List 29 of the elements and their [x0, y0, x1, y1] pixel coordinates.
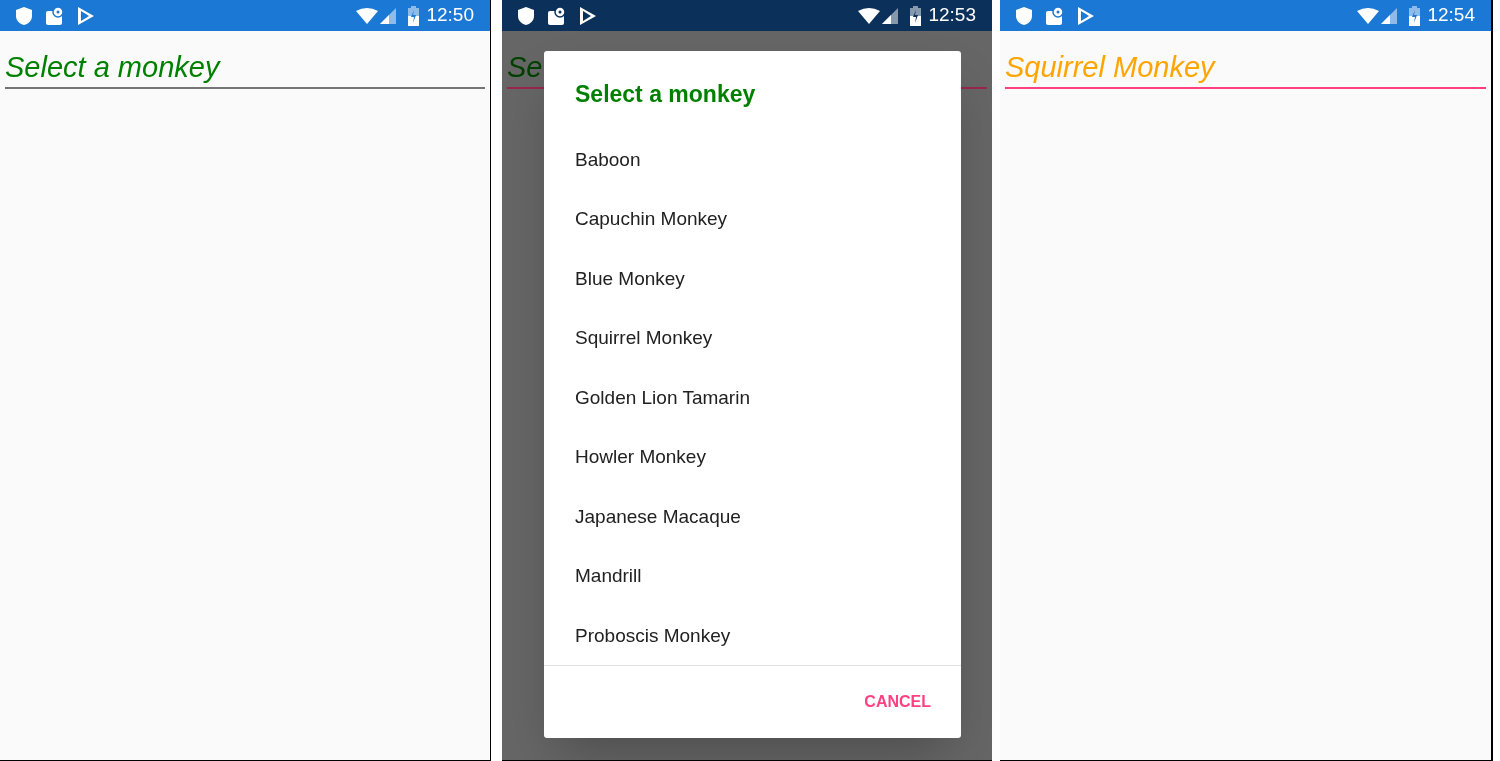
battery-icon: [408, 5, 420, 26]
picker-text: Se: [507, 51, 543, 83]
signal-icon: [882, 7, 899, 24]
picker-text: Select a monkey: [5, 51, 220, 83]
battery-icon: [910, 5, 922, 26]
shield-icon: [1016, 6, 1032, 25]
monkey-option[interactable]: Proboscis Monkey: [544, 605, 961, 665]
picker-field[interactable]: Select a monkey: [5, 47, 485, 89]
monkey-option[interactable]: Mandrill: [544, 545, 961, 607]
signal-icon: [380, 7, 397, 24]
shield-icon: [16, 6, 32, 25]
map-pin-icon: [548, 6, 566, 25]
monkey-option[interactable]: Golden Lion Tamarin: [544, 367, 961, 429]
shield-icon: [518, 6, 534, 25]
clock: 12:54: [1427, 3, 1475, 28]
monkey-option[interactable]: Howler Monkey: [544, 426, 961, 488]
monkey-option[interactable]: Squirrel Monkey: [544, 307, 961, 369]
monkey-option[interactable]: Japanese Macaque: [544, 486, 961, 548]
clock: 12:53: [928, 3, 976, 28]
clock: 12:50: [426, 3, 474, 28]
monkey-option[interactable]: Capuchin Monkey: [544, 188, 961, 250]
battery-icon: [1409, 5, 1421, 26]
monkey-option[interactable]: Baboon: [544, 131, 961, 191]
picker-text: Squirrel Monkey: [1005, 51, 1215, 83]
monkey-option[interactable]: Blue Monkey: [544, 248, 961, 310]
signal-icon: [1381, 7, 1398, 24]
map-pin-icon: [46, 6, 64, 25]
dialog-title: Select a monkey: [574, 80, 757, 109]
map-pin-icon: [1046, 6, 1064, 25]
